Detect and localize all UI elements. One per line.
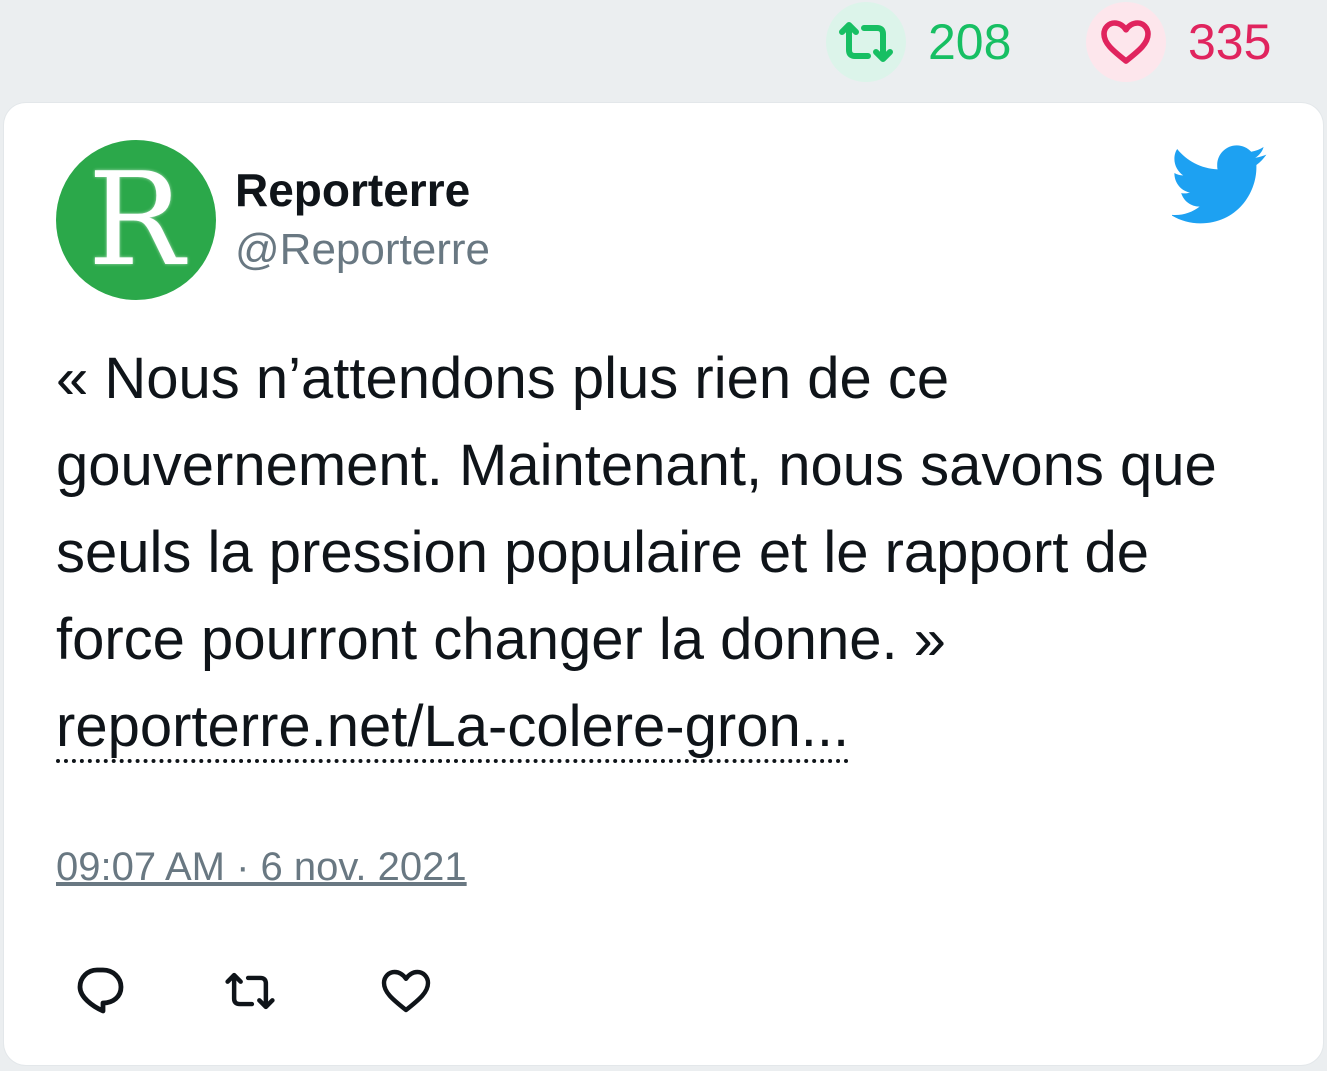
heart-icon: [381, 969, 431, 1013]
avatar-letter: R: [87, 146, 185, 295]
like-count: 335: [1188, 14, 1272, 70]
like-button[interactable]: [378, 963, 434, 1019]
avatar[interactable]: R: [56, 140, 216, 300]
retweet-button[interactable]: [222, 963, 278, 1019]
heart-icon[interactable]: [1086, 2, 1166, 82]
author-display-name[interactable]: Reporterre: [235, 167, 470, 213]
reply-button[interactable]: [72, 963, 128, 1019]
tweet-card: R Reporterre @Reporterre « Nous n’attend…: [4, 103, 1323, 1065]
tweet-timestamp[interactable]: 09:07 AM · 6 nov. 2021: [56, 847, 467, 887]
tweet-body: « Nous n’attendons plus rien de ce gouve…: [56, 335, 1278, 770]
retweet-count: 208: [928, 14, 1012, 70]
tweet-text: « Nous n’attendons plus rien de ce gouve…: [56, 346, 1217, 672]
retweet-stat[interactable]: 208: [826, 0, 1011, 84]
retweet-icon[interactable]: [826, 2, 906, 82]
author-handle[interactable]: @Reporterre: [235, 228, 490, 272]
reply-icon: [77, 967, 124, 1014]
twitter-bird-icon[interactable]: [1172, 145, 1268, 225]
engagement-stats: 208 335: [0, 0, 1327, 100]
tweet-link[interactable]: reporterre.net/La-colere-gron...: [56, 694, 850, 763]
like-stat[interactable]: 335: [1086, 0, 1271, 84]
retweet-icon: [225, 972, 275, 1010]
